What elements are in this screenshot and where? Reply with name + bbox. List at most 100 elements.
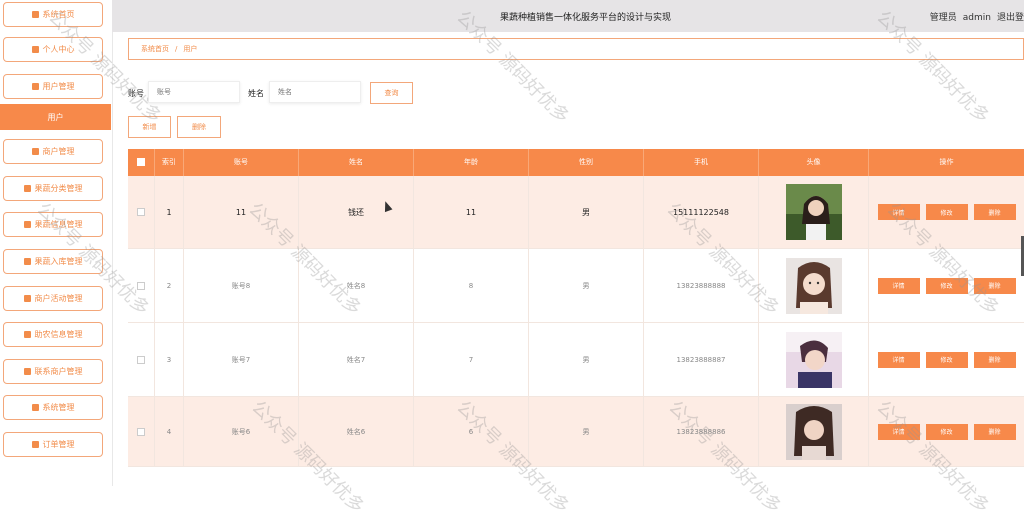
detail-button[interactable]: 详情	[877, 277, 920, 294]
breadcrumb-home[interactable]: 系统首页	[141, 44, 169, 54]
user-icon	[31, 46, 39, 53]
detail-button[interactable]: 详情	[877, 423, 920, 440]
add-button[interactable]: 新增	[128, 116, 171, 138]
cell-avatar	[759, 397, 869, 466]
sidebar-item-user-management[interactable]: 用户管理	[3, 74, 103, 99]
batch-delete-button[interactable]: 删除	[177, 116, 221, 138]
cell-account: 11	[184, 176, 299, 248]
cell-actions: 详情 修改 删除	[869, 176, 1024, 248]
breadcrumb-separator: /	[175, 45, 178, 53]
sidebar-item-profile[interactable]: 个人中心	[3, 37, 103, 62]
column-header-avatar: 头像	[759, 149, 869, 176]
logout-link[interactable]: 退出登	[997, 13, 1024, 23]
cell-avatar	[759, 176, 869, 248]
settings-icon	[31, 404, 39, 411]
column-header-account: 账号	[184, 149, 299, 176]
sidebar-item-contact-merchant[interactable]: 联系商户管理	[3, 359, 103, 384]
edit-button[interactable]: 修改	[925, 351, 968, 368]
sidebar-item-label: 果蔬分类管理	[34, 184, 83, 193]
grid-icon	[31, 83, 39, 90]
user-area: 管理员 admin 退出登	[924, 10, 1024, 23]
edit-button[interactable]: 修改	[925, 423, 968, 440]
column-header-gender: 性别	[529, 149, 644, 176]
cell-age: 11	[414, 176, 529, 248]
cell-index: 3	[155, 323, 184, 396]
grid-icon	[23, 295, 31, 302]
sidebar-item-farm-aid[interactable]: 助农信息管理	[3, 322, 103, 347]
avatar	[785, 331, 842, 388]
delete-button[interactable]: 删除	[973, 423, 1016, 440]
cell-actions: 详情 修改 删除	[869, 397, 1024, 466]
row-checkbox[interactable]	[137, 281, 145, 290]
column-header-age: 年龄	[414, 149, 529, 176]
cell-gender: 男	[529, 323, 644, 396]
app-title: 果蔬种植销售一体化服务平台的设计与实现	[500, 13, 672, 23]
grid-icon	[23, 258, 31, 265]
user-role: 管理员	[929, 13, 957, 23]
sidebar-item-label: 联系商户管理	[34, 367, 83, 376]
sidebar-item-label: 系统首页	[42, 10, 75, 19]
sidebar-item-label: 果蔬信息管理	[34, 220, 83, 229]
row-checkbox[interactable]	[137, 208, 145, 216]
cell-avatar	[759, 323, 869, 396]
avatar	[785, 184, 842, 240]
home-icon	[31, 11, 39, 18]
grid-icon	[31, 441, 39, 448]
sidebar-item-label: 商户活动管理	[34, 294, 83, 303]
sidebar-item-merchant-activity[interactable]: 商户活动管理	[3, 286, 103, 311]
delete-button[interactable]: 删除	[973, 277, 1016, 294]
name-search-input[interactable]	[269, 81, 361, 103]
row-select-cell	[128, 397, 155, 466]
delete-button[interactable]: 删除	[973, 204, 1016, 220]
row-select-cell	[128, 176, 155, 248]
row-select-cell	[128, 249, 155, 322]
detail-button[interactable]: 详情	[877, 351, 920, 368]
cell-phone: 13823888886	[644, 397, 759, 466]
sidebar-item-produce-info[interactable]: 果蔬信息管理	[3, 212, 103, 237]
cell-name: 钱还	[299, 176, 414, 248]
grid-icon	[23, 221, 31, 228]
sidebar-item-label: 用户	[47, 112, 64, 122]
select-all-cell	[128, 149, 155, 176]
cell-index: 2	[155, 249, 184, 322]
row-checkbox[interactable]	[137, 355, 145, 364]
cell-name: 姓名6	[299, 397, 414, 466]
column-header-actions: 操作	[939, 158, 954, 166]
row-checkbox[interactable]	[137, 427, 145, 436]
delete-button[interactable]: 删除	[973, 351, 1016, 368]
edit-button[interactable]: 修改	[925, 277, 968, 294]
cell-age: 7	[414, 323, 529, 396]
sidebar-item-orders[interactable]: 订单管理	[3, 432, 103, 457]
cell-age: 6	[414, 397, 529, 466]
cell-age: 8	[414, 249, 529, 322]
query-button[interactable]: 查询	[370, 82, 413, 104]
table-row: 3 账号7 姓名7 7 男 13823888887 详情 修改 删除	[128, 323, 1024, 397]
cell-account: 账号8	[184, 249, 299, 322]
detail-button[interactable]: 详情	[877, 204, 920, 220]
sidebar-item-label: 助农信息管理	[34, 330, 83, 339]
sidebar-item-label: 个人中心	[42, 45, 75, 54]
sidebar-item-label: 用户管理	[42, 82, 75, 91]
sidebar-item-stock-in[interactable]: 果蔬入库管理	[3, 249, 103, 274]
sidebar-item-system[interactable]: 系统管理	[3, 395, 103, 420]
table-header: 索引 账号 姓名 年龄 性别 手机 头像 操作	[128, 149, 1024, 176]
cell-name: 姓名8	[299, 249, 414, 322]
sidebar-item-users[interactable]: 用户	[0, 104, 111, 130]
message-icon	[23, 331, 31, 338]
table-row: 2 账号8 姓名8 8 男 13823888888 详情 修改 删除	[128, 249, 1024, 323]
avatar	[785, 257, 842, 314]
top-bar: 果蔬种植销售一体化服务平台的设计与实现 管理员 admin 退出登	[112, 0, 1024, 32]
breadcrumb-current: 用户	[183, 45, 198, 53]
select-all-checkbox[interactable]	[137, 158, 145, 166]
sidebar-item-home[interactable]: 系统首页	[3, 2, 103, 27]
cell-phone: 13823888887	[644, 323, 759, 396]
account-search-input[interactable]	[148, 81, 240, 103]
sidebar-item-category-management[interactable]: 果蔬分类管理	[3, 176, 103, 201]
edit-button[interactable]: 修改	[925, 204, 968, 220]
cell-phone: 15111122548	[644, 176, 759, 248]
cell-account: 账号7	[184, 323, 299, 396]
sidebar-item-merchant-management[interactable]: 商户管理	[3, 139, 103, 164]
sidebar-item-label: 果蔬入库管理	[34, 257, 83, 266]
account-label: 账号	[128, 89, 144, 98]
cell-account: 账号6	[184, 397, 299, 466]
